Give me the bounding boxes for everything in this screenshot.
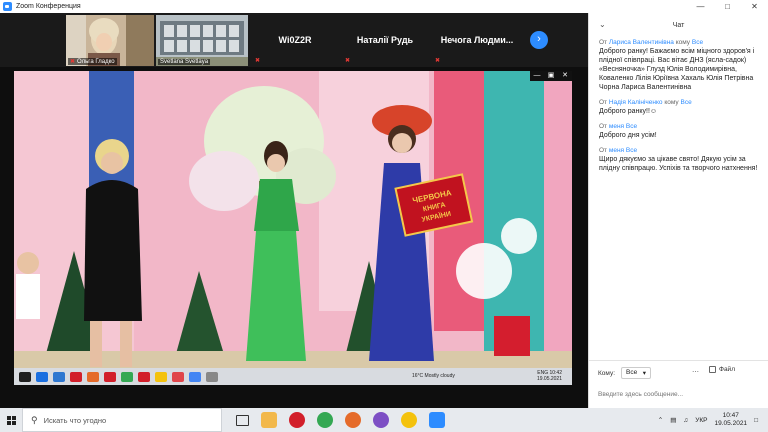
inner-clock: ENG 10:42 19.05.2021 [536, 370, 562, 382]
language-indicator[interactable]: УКР [695, 417, 707, 424]
message-meta: От меня Все [599, 123, 638, 130]
participant-tile[interactable]: Нечога Людми... ✖ [432, 15, 522, 66]
chrome-icon[interactable] [317, 412, 333, 428]
close-icon[interactable]: ✕ [741, 0, 768, 13]
recipient-label: Кому: [598, 369, 615, 377]
zoom-window: Zoom Конференция — □ ✕ ✖ Ольга Гладко Sv… [0, 0, 768, 408]
close-icon[interactable]: ✕ [558, 71, 572, 81]
participant-tile[interactable]: ✖ Ольга Гладко [66, 15, 154, 66]
stage-scene: ЧЕРВОНА КНИГА УКРАЇНИ [14, 71, 572, 385]
title-bar: Zoom Конференция — □ ✕ [0, 0, 768, 13]
search-icon: ⚲ [31, 414, 38, 425]
shared-screen-taskbar: 16°C Mostly cloudy ENG 10:42 19.05.2021 [14, 368, 572, 385]
participant-name: Svetlana Svetlaya [158, 59, 211, 65]
participant-tile[interactable]: Наталії Рудь ✖ [342, 15, 428, 66]
app-icon [172, 371, 184, 382]
minimize-icon[interactable]: — [530, 71, 544, 81]
app-icon [189, 371, 201, 382]
task-view-icon[interactable] [236, 414, 249, 426]
participant-tile[interactable]: Wi0Z2R ✖ [252, 15, 338, 66]
chrome-icon [121, 371, 133, 382]
recipient-select[interactable]: Все ▾ [621, 367, 651, 379]
skype-icon [36, 371, 48, 382]
window-controls: — □ ✕ [687, 0, 768, 13]
chat-message-input[interactable] [598, 387, 758, 401]
opera-icon[interactable] [289, 412, 305, 428]
mic-muted-icon: ✖ [345, 58, 351, 64]
chevron-down-icon: ▾ [642, 370, 646, 377]
windows-icon [6, 415, 16, 425]
chat-title: Чат [672, 21, 685, 29]
participant-name: ✖ Ольга Гладко [68, 58, 117, 65]
edge-icon [53, 371, 65, 382]
more-options-icon[interactable]: ⋯ [692, 368, 699, 376]
opera-icon [70, 371, 82, 382]
file-button[interactable]: Файл [709, 366, 735, 373]
start-button[interactable] [0, 408, 22, 432]
participant-name: Наталії Рудь [356, 35, 414, 45]
video-controls: — ▣ ✕ [530, 71, 572, 81]
file-icon [709, 366, 716, 373]
network-icon[interactable]: ▤ [670, 416, 676, 424]
message-meta: От меня Все [599, 147, 638, 154]
mic-muted-icon: ✖ [255, 58, 261, 64]
mic-muted-icon: ✖ [70, 59, 76, 65]
message-text: Щиро дякуємо за цікаве свято! Дякую усім… [599, 156, 758, 172]
window-title: Zoom Конференция [16, 3, 81, 10]
mic-muted-icon: ✖ [435, 58, 441, 64]
notifications-icon[interactable]: □ [754, 417, 758, 424]
recipient-row: Кому: Все ▾ [598, 367, 651, 379]
message-meta: От Лариса Валентинівна кому Все [599, 39, 704, 46]
folder-icon[interactable] [261, 412, 277, 428]
zoom-icon[interactable] [429, 412, 445, 428]
firefox-icon [87, 371, 99, 382]
zoom-logo-icon [3, 2, 12, 11]
taskbar-search[interactable]: ⚲ Искать что угодно [22, 408, 222, 432]
chat-header: ⌄ Чат [589, 13, 768, 37]
chevron-down-icon[interactable]: ⌄ [599, 20, 606, 29]
chat-message: От Надія Калініченко кому Все Доброго ра… [599, 99, 764, 116]
chrome-canary-icon[interactable] [401, 412, 417, 428]
windows-icon [19, 371, 31, 382]
chat-panel: ⌄ Чат От Лариса Валентинівна кому Все До… [588, 13, 768, 408]
chevron-right-icon: › [537, 33, 541, 45]
opera-icon [138, 371, 150, 382]
search-placeholder: Искать что угодно [43, 415, 107, 425]
chevron-up-icon[interactable]: ⌃ [658, 416, 663, 424]
windows-taskbar: ⚲ Искать что угодно ⌃ ▤ ♫ УКР 10:47 19.0… [0, 408, 768, 432]
main-video[interactable]: ЧЕРВОНА КНИГА УКРАЇНИ — ▣ ✕ 16°C Mostly … [14, 71, 572, 385]
chat-footer: Кому: Все ▾ ⋯ Файл [589, 360, 768, 408]
maximize-icon[interactable]: □ [714, 0, 741, 13]
restore-icon[interactable]: ▣ [544, 71, 558, 81]
system-tray: ⌃ ▤ ♫ УКР 10:47 19.05.2021 □ [658, 408, 758, 432]
message-meta: От Надія Калініченко кому Все [599, 99, 692, 106]
taskbar-apps [230, 412, 451, 428]
firefox-icon[interactable] [345, 412, 361, 428]
participant-tile[interactable]: Svetlana Svetlaya [156, 15, 248, 66]
message-text: Доброго дня усім! [599, 132, 657, 139]
chat-message: От Лариса Валентинівна кому Все Доброго … [599, 39, 764, 92]
participant-strip: ✖ Ольга Гладко Svetlana Svetlaya Wi0Z2R … [0, 13, 588, 67]
chat-message: От меня Все Доброго дня усім! [599, 123, 764, 140]
viber-icon[interactable] [373, 412, 389, 428]
next-page-button[interactable]: › [530, 31, 548, 49]
message-text: Доброго ранку! Бажаємо всім міцного здор… [599, 48, 755, 91]
weather-label: 16°C Mostly cloudy [412, 373, 455, 379]
message-text: Доброго ранку!!☺ [599, 108, 658, 115]
opera-icon [104, 371, 116, 382]
chat-message: От меня Все Щиро дякуємо за цікаве свято… [599, 147, 764, 173]
participant-name: Wi0Z2R [278, 35, 312, 45]
gear-icon [206, 371, 218, 382]
participant-name: Нечога Людми... [440, 35, 514, 45]
taskbar-clock[interactable]: 10:47 19.05.2021 [715, 412, 748, 428]
minimize-icon[interactable]: — [687, 0, 714, 13]
volume-icon[interactable]: ♫ [683, 417, 688, 424]
yandex-icon [155, 371, 167, 382]
chat-messages: От Лариса Валентинівна кому Все Доброго … [599, 39, 764, 180]
